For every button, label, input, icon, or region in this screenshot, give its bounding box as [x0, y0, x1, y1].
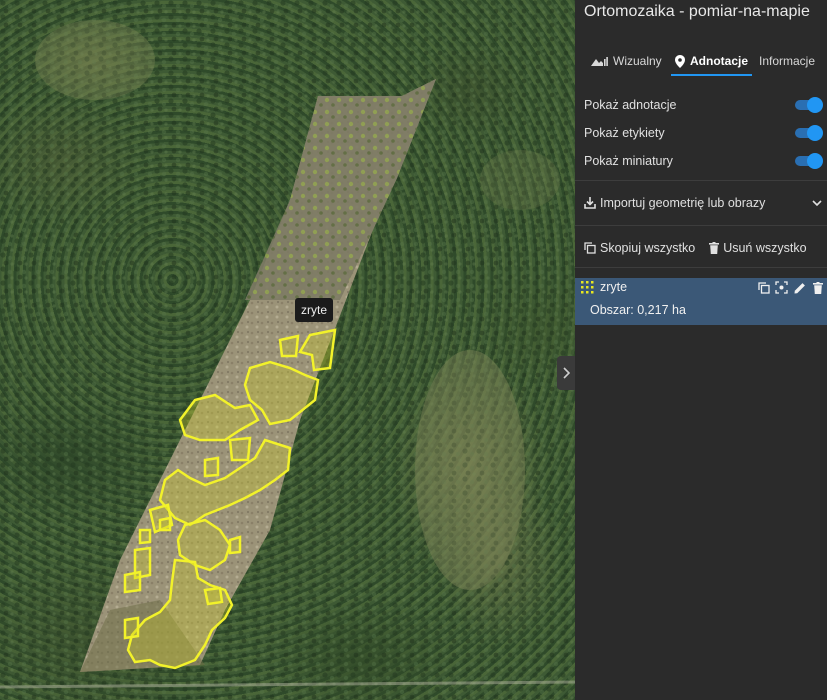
tab-info[interactable]: Informacje	[759, 48, 815, 74]
show-labels-switch[interactable]	[795, 125, 823, 141]
toggle-label: Pokaż etykiety	[584, 126, 665, 140]
divider	[575, 180, 827, 181]
copy-icon	[584, 242, 596, 254]
copy-all-button[interactable]: Skopiuj wszystko	[584, 241, 695, 255]
toggle-show-thumbnails: Pokaż miniatury	[584, 151, 823, 171]
panel-collapse-button[interactable]	[557, 356, 575, 390]
toggle-label: Pokaż miniatury	[584, 154, 673, 168]
terrain-icon	[591, 56, 608, 66]
side-panel: Ortomozaika - pomiar-na-mapie Wizualny A…	[575, 0, 827, 700]
chevron-down-icon	[812, 199, 822, 207]
annotation-actions: Skopiuj wszystko Usuń wszystko	[584, 238, 824, 258]
divider	[575, 267, 827, 268]
tab-annotations[interactable]: Adnotacje	[670, 48, 753, 76]
copy-icon[interactable]	[757, 281, 770, 294]
annotation-name: zryte	[600, 280, 628, 294]
show-thumbnails-switch[interactable]	[795, 153, 823, 169]
map-pin-icon	[675, 54, 685, 68]
delete-all-button[interactable]: Usuń wszystko	[709, 241, 807, 255]
chevron-right-icon	[562, 367, 570, 379]
annotation-item-actions	[757, 281, 824, 294]
delete-all-label: Usuń wszystko	[723, 241, 807, 255]
toggle-label: Pokaż adnotacje	[584, 98, 677, 112]
zoom-to-icon[interactable]	[775, 281, 788, 294]
annotation-area: Obszar: 0,217 ha	[590, 303, 686, 317]
toggle-show-labels: Pokaż etykiety	[584, 123, 823, 143]
map-view[interactable]: zryte	[0, 0, 575, 700]
polygon-grid-icon	[581, 281, 594, 294]
toggle-show-annotations: Pokaż adnotacje	[584, 95, 823, 115]
map-texture	[0, 0, 575, 700]
import-geometry-button[interactable]: Importuj geometrię lub obrazy	[584, 193, 822, 213]
import-label: Importuj geometrię lub obrazy	[600, 196, 766, 210]
trash-icon	[709, 242, 720, 254]
tab-visual[interactable]: Wizualny	[591, 48, 662, 74]
annotation-tooltip: zryte	[295, 298, 334, 322]
download-icon	[584, 197, 596, 209]
trash-icon[interactable]	[811, 281, 824, 294]
tab-annotations-label: Adnotacje	[690, 54, 749, 68]
panel-title: Ortomozaika - pomiar-na-mapie	[584, 3, 810, 20]
show-annotations-switch[interactable]	[795, 97, 823, 113]
divider	[575, 225, 827, 226]
copy-all-label: Skopiuj wszystko	[600, 241, 696, 255]
tab-info-label: Informacje	[759, 54, 816, 68]
tab-visual-label: Wizualny	[613, 54, 662, 68]
tab-bar: Wizualny Adnotacje Informacje	[575, 48, 827, 76]
annotation-list-item[interactable]: zryte Obszar: 0,217 ha	[575, 278, 827, 325]
edit-icon[interactable]	[793, 281, 806, 294]
